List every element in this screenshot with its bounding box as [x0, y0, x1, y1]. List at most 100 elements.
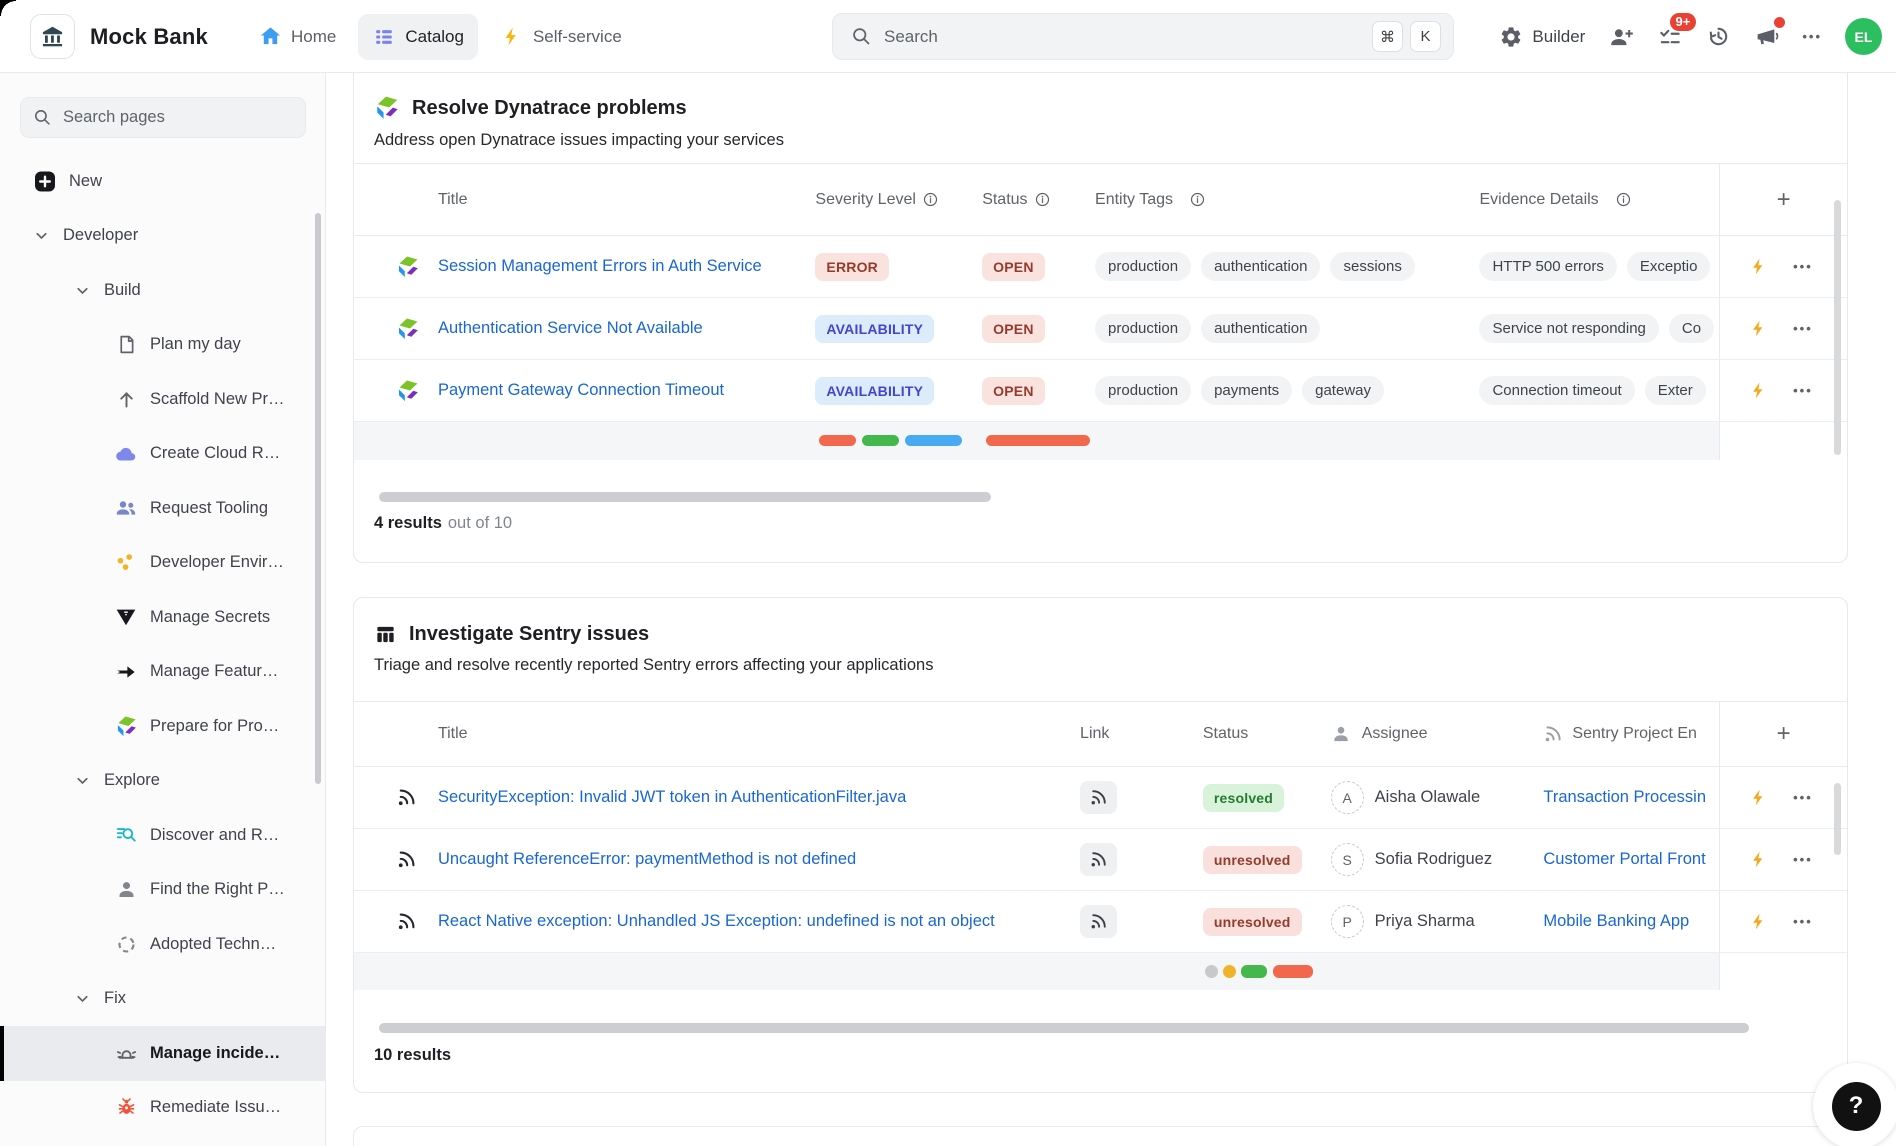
sidebar-item-label: Prepare for Pro… — [150, 717, 279, 736]
sidebar-group-explore[interactable]: Explore — [0, 754, 326, 809]
row-icon-cell — [354, 236, 438, 297]
invite-users-button[interactable] — [1608, 24, 1634, 50]
sidebar-search-input[interactable] — [63, 108, 293, 127]
nav-catalog[interactable]: Catalog — [358, 14, 478, 60]
chevron-down-icon — [74, 990, 91, 1007]
sidebar-item-manage-features[interactable]: Manage Featur… — [0, 645, 326, 700]
vertical-scrollbar[interactable] — [1834, 200, 1841, 455]
history-button[interactable] — [1706, 24, 1731, 49]
sidebar-item-label: Scaffold New Pr… — [150, 390, 285, 409]
evidence-column-header[interactable]: Evidence Details — [1480, 164, 1720, 235]
siren-icon — [114, 1041, 138, 1065]
builder-label: Builder — [1532, 27, 1585, 47]
widget-header: Resolve Dynatrace problems Address open … — [354, 73, 1847, 150]
user-avatar[interactable]: EL — [1845, 18, 1882, 55]
severity-column-header[interactable]: Severity Level — [815, 164, 982, 235]
sentry-external-link-button[interactable] — [1080, 905, 1117, 938]
ellipsis-icon: ••• — [1802, 29, 1822, 44]
sidebar-item-create-cloud[interactable]: Create Cloud R… — [0, 427, 326, 482]
row-menu-button[interactable]: ••• — [1793, 914, 1813, 929]
sidebar-group-developer[interactable]: Developer — [0, 209, 326, 264]
project-link[interactable]: Mobile Banking App — [1543, 912, 1689, 931]
problem-link[interactable]: Payment Gateway Connection Timeout — [438, 381, 724, 400]
run-action-icon[interactable] — [1749, 319, 1768, 338]
sidebar-group-build[interactable]: Build — [0, 263, 326, 318]
sidebar-scrollbar[interactable] — [315, 213, 321, 784]
title-column-header[interactable]: Title — [438, 702, 1080, 766]
evidence-tag: Connection timeout — [1479, 376, 1634, 405]
add-column-button[interactable]: + — [1719, 164, 1847, 235]
sidebar-item-developer-env[interactable]: Developer Envir… — [0, 536, 326, 591]
run-action-icon[interactable] — [1749, 381, 1768, 400]
runs-button[interactable]: 9+ — [1657, 24, 1683, 50]
nav-self-service[interactable]: Self-service — [486, 14, 636, 60]
link-column-header[interactable]: Link — [1080, 702, 1203, 766]
project-link[interactable]: Customer Portal Front — [1543, 850, 1705, 869]
dots-cluster-icon — [114, 551, 138, 575]
status-column-header[interactable]: Status — [1203, 702, 1331, 766]
nav-home[interactable]: Home — [244, 14, 350, 60]
tags-column-header[interactable]: Entity Tags — [1095, 164, 1479, 235]
announcement-alert-dot — [1774, 17, 1785, 28]
skeleton-dot — [1223, 965, 1236, 978]
project-column-header[interactable]: Sentry Project En — [1543, 702, 1719, 766]
sidebar-search[interactable] — [20, 97, 306, 138]
sidebar-item-remediate-issues[interactable]: Remediate Issu… — [0, 1081, 326, 1136]
title-column-header[interactable]: Title — [438, 164, 815, 235]
announcements-button[interactable] — [1754, 24, 1779, 49]
sidebar-item-scaffold[interactable]: Scaffold New Pr… — [0, 372, 326, 427]
sidebar-group-label: Build — [104, 281, 141, 300]
builder-button[interactable]: Builder — [1499, 25, 1585, 49]
skeleton-bar — [862, 435, 899, 446]
skeleton-bar — [905, 435, 962, 446]
assignee-column-header[interactable]: Assignee — [1331, 702, 1544, 766]
sidebar-group-fix[interactable]: Fix — [0, 972, 326, 1027]
global-search-input[interactable] — [884, 27, 1365, 47]
sentry-external-link-button[interactable] — [1080, 781, 1117, 814]
status-badge: unresolved — [1203, 908, 1302, 936]
issue-link[interactable]: SecurityException: Invalid JWT token in … — [438, 788, 906, 807]
row-menu-button[interactable]: ••• — [1793, 383, 1813, 398]
run-action-icon[interactable] — [1749, 257, 1768, 276]
sidebar-item-manage-incidents[interactable]: Manage incide… — [0, 1026, 326, 1081]
vertical-scrollbar[interactable] — [1834, 783, 1841, 855]
problem-link[interactable]: Authentication Service Not Available — [438, 319, 703, 338]
row-menu-button[interactable]: ••• — [1793, 321, 1813, 336]
issue-link[interactable]: React Native exception: Unhandled JS Exc… — [438, 912, 995, 931]
more-menu-button[interactable]: ••• — [1802, 29, 1822, 44]
info-icon[interactable] — [923, 192, 938, 207]
project-link[interactable]: Transaction Processin — [1543, 788, 1706, 807]
sentry-icon — [1543, 724, 1563, 744]
row-menu-button[interactable]: ••• — [1793, 790, 1813, 805]
help-button[interactable]: ? — [1813, 1063, 1896, 1146]
sidebar-item-discover[interactable]: Discover and R… — [0, 808, 326, 863]
row-icon-cell — [354, 767, 438, 828]
sidebar-item-prepare-production[interactable]: Prepare for Pro… — [0, 699, 326, 754]
row-menu-button[interactable]: ••• — [1793, 852, 1813, 867]
global-search[interactable]: ⌘ K — [832, 13, 1454, 60]
horizontal-scrollbar[interactable] — [379, 492, 991, 502]
info-icon[interactable] — [1190, 192, 1205, 207]
sentry-external-link-button[interactable] — [1080, 843, 1117, 876]
brand-logo[interactable] — [30, 14, 75, 59]
run-action-icon[interactable] — [1749, 850, 1768, 869]
sidebar-item-label: Remediate Issu… — [150, 1098, 281, 1117]
issue-link[interactable]: Uncaught ReferenceError: paymentMethod i… — [438, 850, 856, 869]
sidebar-item-adopted-tech[interactable]: Adopted Techn… — [0, 917, 326, 972]
status-column-header[interactable]: Status — [982, 164, 1095, 235]
row-menu-button[interactable]: ••• — [1793, 259, 1813, 274]
run-action-icon[interactable] — [1749, 912, 1768, 931]
run-action-icon[interactable] — [1749, 788, 1768, 807]
sidebar-item-new[interactable]: New — [0, 154, 326, 209]
people-icon — [114, 496, 138, 520]
sidebar-item-request-tooling[interactable]: Request Tooling — [0, 481, 326, 536]
problem-link[interactable]: Session Management Errors in Auth Servic… — [438, 257, 762, 276]
partial-table-row — [354, 422, 1847, 460]
info-icon[interactable] — [1035, 192, 1050, 207]
sidebar-item-manage-secrets[interactable]: Manage Secrets — [0, 590, 326, 645]
sidebar-item-find-person[interactable]: Find the Right P… — [0, 863, 326, 918]
add-column-button[interactable]: + — [1719, 702, 1847, 766]
horizontal-scrollbar[interactable] — [379, 1023, 1749, 1033]
sidebar-item-plan-my-day[interactable]: Plan my day — [0, 318, 326, 373]
info-icon[interactable] — [1616, 192, 1631, 207]
